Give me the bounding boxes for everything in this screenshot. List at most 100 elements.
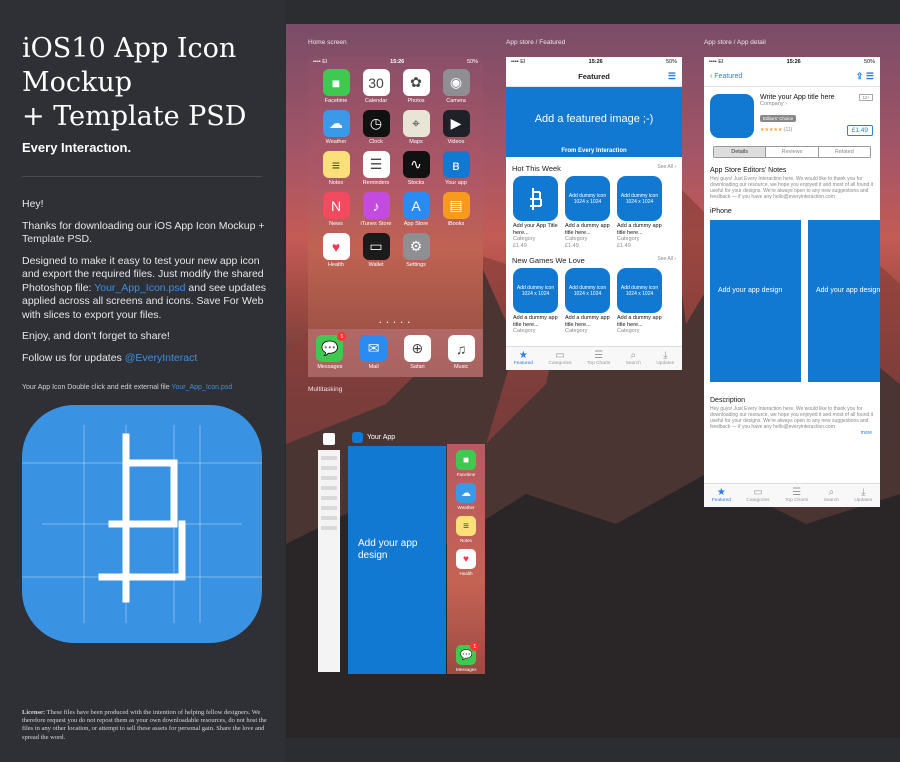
section-header: Hot This Week See All › — [506, 157, 682, 176]
clock-time: 15:26 — [588, 59, 603, 65]
dummy-app-icon: Add dummy icon 1024 x 1024 — [513, 268, 558, 313]
app-mail[interactable]: ✉ Mail — [360, 335, 388, 377]
segment-related[interactable]: Related — [819, 147, 870, 157]
tab-label: Featured — [711, 498, 731, 503]
psd-file-link[interactable]: Your_App_Icon.psd — [94, 282, 185, 294]
twitter-link[interactable]: @EveryInteract — [125, 352, 198, 364]
list-icon[interactable]: ☰ — [668, 71, 676, 82]
caption-multitasking: Multitasking — [308, 386, 343, 393]
app-stocks[interactable]: ∿ Stocks — [396, 151, 436, 186]
app-music[interactable]: ♫ Music — [447, 335, 475, 377]
tab-search[interactable]: ⌕ Search — [824, 484, 839, 507]
app-news[interactable]: N News — [316, 192, 356, 227]
tile-size: 1024 x 1024 — [521, 290, 550, 297]
app-wallet[interactable]: ▭ Wallet — [356, 233, 396, 268]
app-camera[interactable]: ◉ Camera — [436, 69, 476, 104]
license-body: These files have been produced with the … — [22, 709, 267, 741]
app-calendar[interactable]: 30 Calendar — [356, 69, 396, 104]
tab-top-charts[interactable]: ☰ Top Charts — [785, 484, 808, 507]
tab-updates[interactable]: ⤓ Updates — [854, 484, 872, 507]
app-itunes-store[interactable]: ♪ iTunes Store — [356, 192, 396, 227]
app-title: Write your App title here — [760, 94, 835, 101]
tab-categories[interactable]: ▭ Categories — [548, 347, 571, 370]
icon-file-link[interactable]: Your_App_Icon.psd — [171, 384, 232, 391]
tab-top-charts[interactable]: ☰ Top Charts — [587, 347, 610, 370]
app-icon-large[interactable] — [22, 405, 262, 643]
your-app-card[interactable]: Add your app design — [348, 446, 446, 674]
tile-size: 1024 x 1024 — [625, 198, 654, 205]
app-messages[interactable]: 💬 1 Messages — [456, 642, 480, 672]
intro-paragraph: Thanks for downloading our iOS App Icon … — [22, 219, 265, 246]
see-all-link[interactable]: See All › — [657, 256, 676, 265]
app-tile[interactable]: Add dummy icon 1024 x 1024 Add a dummy app… — [565, 268, 610, 335]
app-tile[interactable]: Add your App Title here... Category £1.49 — [513, 176, 558, 249]
app-label: Health — [459, 571, 473, 576]
back-button[interactable]: ‹ Featured — [710, 73, 742, 80]
app-health[interactable]: ♥ Health — [316, 233, 356, 268]
tab-label: Categories — [746, 498, 770, 503]
app-messages[interactable]: 💬 1 Messages — [316, 332, 347, 377]
price-button[interactable]: £1.49 — [846, 125, 873, 136]
app-label: Messages — [456, 667, 477, 672]
app-facetime[interactable]: ■ Facetime — [447, 450, 485, 477]
app-photos[interactable]: ✿ Photos — [396, 69, 436, 104]
tab-featured[interactable]: ★ Featured — [712, 484, 731, 507]
app-weather[interactable]: ☁ Weather — [447, 483, 485, 510]
tab-updates[interactable]: ⤓ Updates — [656, 347, 674, 370]
app-notes[interactable]: ≡ Notes — [447, 516, 485, 543]
wallet-icon: ▭ — [362, 233, 390, 260]
tile-category: Category — [513, 328, 536, 334]
page-dots: • • • • • — [379, 320, 412, 326]
app-tile[interactable]: Add dummy icon 1024 x 1024 Add a dummy app… — [617, 268, 662, 335]
app-tile[interactable]: Add dummy icon 1024 x 1024 Add a dummy app… — [565, 176, 610, 249]
home-screen-card[interactable]: ■ Facetime ☁ Weather ≡ Notes ♥ Health 💬 1 Messages — [447, 444, 485, 674]
featured-icon: ★ — [518, 350, 528, 361]
tab-categories[interactable]: ▭ Categories — [746, 484, 769, 507]
app-ibooks[interactable]: ▤ iBooks — [436, 192, 476, 227]
every-interaction-logo — [323, 433, 335, 445]
app-facetime[interactable]: ■ Facetime — [316, 69, 356, 104]
status-bar: •••• EI 15:26 50% — [506, 57, 682, 67]
share-icon[interactable]: ⇪ ☰ — [856, 71, 874, 82]
search-icon: ⌕ — [828, 487, 835, 498]
app-health[interactable]: ♥ Health — [447, 549, 485, 576]
editors-notes-text: Hey guys! Just Every Interaction here. W… — [710, 176, 874, 200]
company-link[interactable]: Company › — [760, 101, 835, 107]
app-settings[interactable]: ⚙ Settings — [396, 233, 436, 268]
tab-label: Updates — [854, 498, 873, 503]
app-maps[interactable]: ⌖ Maps — [396, 110, 436, 145]
screenshot[interactable]: Add your app design — [710, 220, 801, 382]
see-all-link[interactable]: See All › — [657, 164, 676, 173]
app-videos[interactable]: ▶ Videos — [436, 110, 476, 145]
app-weather[interactable]: ☁ Weather — [316, 110, 356, 145]
screenshot[interactable]: Add your app design — [808, 220, 880, 382]
dummy-app-icon: Add dummy icon 1024 x 1024 — [565, 176, 610, 221]
app-label: Your app — [445, 180, 467, 186]
settings-icon: ⚙ — [402, 233, 430, 260]
back-label: Featured — [714, 73, 743, 80]
tab-featured[interactable]: ★ Featured — [514, 347, 533, 370]
home-screen: •••• EI 15:26 50% ■ Facetime 30 Calendar ✿ Phot… — [308, 57, 483, 377]
app-app-store[interactable]: A App Store — [396, 192, 436, 227]
app-tile[interactable]: Add dummy icon 1024 x 1024 Add a dummy app… — [617, 176, 662, 249]
app-safari[interactable]: ⊕ Safari — [403, 335, 431, 377]
banner-text: Add a featured image ;-) — [534, 113, 654, 125]
featured-banner[interactable]: Add a featured image ;-) From Every Inte… — [506, 87, 682, 157]
follow-paragraph: Follow us for updates @EveryInteract — [22, 352, 267, 366]
notes-icon: ≡ — [456, 516, 476, 536]
segment-reviews[interactable]: Reviews — [766, 147, 819, 157]
app-clock[interactable]: ◷ Clock — [356, 110, 396, 145]
status-bar: •••• EI 15:26 50% — [704, 57, 880, 67]
intro-text: Hey! Thanks for downloading our iOS App … — [22, 198, 267, 373]
dummy-app-icon: Add dummy icon 1024 x 1024 — [565, 268, 610, 313]
dummy-app-icon: Add dummy icon 1024 x 1024 — [617, 176, 662, 221]
app-reminders[interactable]: ☰ Reminders — [356, 151, 396, 186]
segment-details[interactable]: Details — [714, 147, 767, 157]
more-link[interactable]: more — [704, 430, 880, 436]
background-app-card[interactable] — [318, 450, 340, 672]
app-your-app[interactable]: ʙ Your app — [436, 151, 476, 186]
see-all-label: See All — [657, 164, 673, 170]
app-notes[interactable]: ≡ Notes — [316, 151, 356, 186]
tab-search[interactable]: ⌕ Search — [626, 347, 641, 370]
app-tile[interactable]: Add dummy icon 1024 x 1024 Add a dummy app… — [513, 268, 558, 335]
